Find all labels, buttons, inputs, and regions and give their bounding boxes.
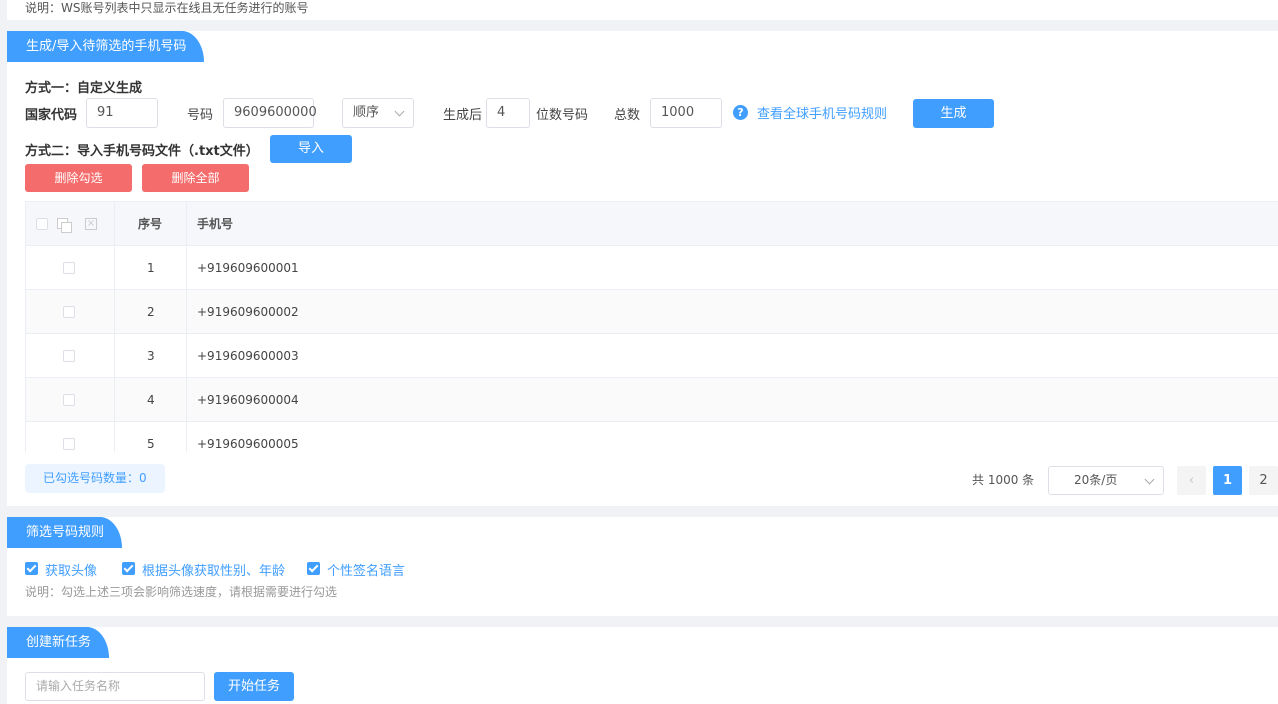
option-label: 个性签名语言 [327,564,406,579]
select-all-checkbox[interactable] [36,218,48,230]
filter-note: 说明：勾选上述三项会影响筛选速度，请根据需要进行勾选 [25,585,338,599]
generate-button[interactable]: 生成 [913,99,994,128]
column-divider [186,202,187,452]
option-label: 根据头像获取性别、年龄 [142,564,286,579]
row-index: 1 [147,261,155,275]
generate-section: 生成/导入待筛选的手机号码 方式一：自定义生成 国家代码 91 号码 96096… [7,31,1278,506]
header-index: 序号 [138,217,163,231]
phone-table: × 序号 手机号 1 +919609600001 2 +919609600002… [25,201,1278,452]
prev-page-button[interactable]: ‹ [1177,466,1206,495]
row-checkbox[interactable] [63,438,75,450]
table-border-left [25,202,26,452]
row-phone: +919609600002 [197,305,299,319]
row-index: 4 [147,393,155,407]
row-phone: +919609600004 [197,393,299,407]
digits-label: 位数号码 [536,108,589,123]
pagination-total: 共 1000 条 [972,473,1035,487]
method1-label: 方式一：自定义生成 [25,81,143,96]
order-select[interactable]: 顺序 [342,98,414,128]
page-size-select[interactable]: 20条/页 [1048,466,1164,495]
section-title-task: 创建新任务 [7,627,110,658]
checkbox-checked-icon [307,562,320,575]
page-size-value: 20条/页 [1074,473,1118,487]
page-button-1[interactable]: 1 [1213,466,1242,495]
selected-count-badge: 已勾选号码数量：0 [25,464,165,493]
method2-label: 方式二：导入手机号码文件（.txt文件） [25,144,259,159]
table-row: 1 +919609600001 [25,246,1278,290]
digits-input[interactable]: 4 [486,98,530,128]
table-row: 4 +919609600004 [25,378,1278,422]
column-divider [114,202,115,452]
table-row: 2 +919609600002 [25,290,1278,334]
row-checkbox[interactable] [63,306,75,318]
filter-section: 筛选号码规则 获取头像 根据头像获取性别、年龄 个性签名语言 说明：勾选上述三项… [7,517,1278,616]
section-title-generate: 生成/导入待筛选的手机号码 [7,31,205,62]
generate-after-label: 生成后 [443,108,483,123]
row-checkbox[interactable] [63,350,75,362]
copy-icon[interactable] [57,218,73,234]
table-header: × 序号 手机号 [25,202,1278,246]
question-icon: ? [733,105,748,120]
note-card: 说明：WS账号列表中只显示在线且无任务进行的账号 [7,0,1278,20]
number-label: 号码 [187,108,214,123]
checkbox-checked-icon [25,562,38,575]
country-code-label: 国家代码 [25,108,78,123]
table-row: 3 +919609600003 [25,334,1278,378]
row-checkbox[interactable] [63,262,75,274]
row-index: 2 [147,305,155,319]
total-label: 总数 [614,108,641,123]
account-note: 说明：WS账号列表中只显示在线且无任务进行的账号 [25,1,309,15]
order-select-value: 顺序 [353,105,380,120]
header-phone: 手机号 [197,217,234,231]
rules-link[interactable]: 查看全球手机号码规则 [757,103,887,122]
number-input[interactable]: 9609600000 [223,98,317,128]
option-label: 获取头像 [45,564,98,579]
delete-all-button[interactable]: 删除全部 [142,164,249,192]
page-button-2[interactable]: 2 [1249,466,1278,495]
country-code-input[interactable]: 91 [86,98,158,128]
row-index: 5 [147,437,155,451]
task-name-input[interactable]: 请输入任务名称 [25,672,205,701]
row-phone: +919609600005 [197,437,299,451]
chevron-down-icon [394,106,405,117]
task-section: 创建新任务 请输入任务名称 开始任务 [7,627,1278,704]
chevron-down-icon [1144,474,1155,485]
clear-icon[interactable]: × [85,218,97,230]
table-row: 5 +919609600005 [25,422,1278,452]
import-button[interactable]: 导入 [270,135,352,163]
row-phone: +919609600001 [197,261,299,275]
section-title-filter: 筛选号码规则 [7,517,123,548]
row-phone: +919609600003 [197,349,299,363]
row-checkbox[interactable] [63,394,75,406]
delete-selected-button[interactable]: 删除勾选 [25,164,132,192]
checkbox-checked-icon [122,562,135,575]
start-task-button[interactable]: 开始任务 [214,672,294,701]
row-index: 3 [147,349,155,363]
total-input[interactable]: 1000 [650,98,722,128]
